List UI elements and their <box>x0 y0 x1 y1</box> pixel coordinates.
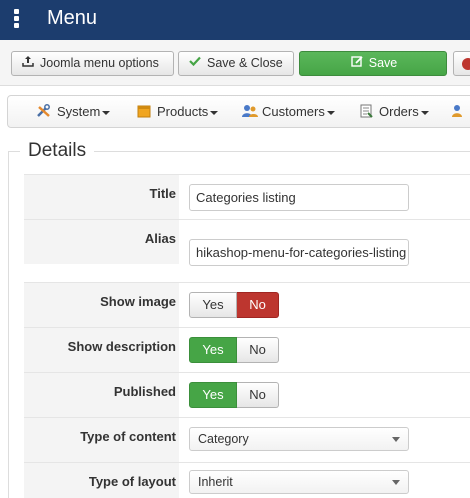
nav-item-orders[interactable]: Orders <box>358 96 429 127</box>
details-legend: Details <box>20 140 95 162</box>
type-of-content-label: Type of content <box>80 429 176 444</box>
type-of-content-label-cell: Type of content <box>24 418 179 462</box>
title-label: Title <box>149 186 177 201</box>
nav-orders-label: Orders <box>379 104 419 119</box>
show-image-row: Show image Yes No <box>24 282 470 327</box>
published-yes-button[interactable]: Yes <box>189 382 237 408</box>
alias-control: hikashop-menu-for-categories-listing <box>189 239 409 266</box>
title-label-cell: Title <box>24 175 179 219</box>
save-close-label: Save & Close <box>207 56 283 70</box>
document-icon <box>358 98 374 118</box>
published-toggle: Yes No <box>189 382 279 408</box>
published-control: Yes No <box>189 382 279 408</box>
chevron-down-icon <box>420 110 429 115</box>
users-icon <box>451 98 467 117</box>
app-header: Menu <box>0 0 470 40</box>
nav-item-products[interactable]: Products <box>136 96 219 127</box>
published-label: Published <box>113 384 176 399</box>
box-icon <box>136 98 152 118</box>
type-of-content-row: Type of content Category <box>24 417 470 462</box>
nav-item-more[interactable] <box>451 96 470 127</box>
title-row: Title Categories listing <box>24 174 470 219</box>
show-description-no-button[interactable]: No <box>237 337 279 363</box>
chevron-down-icon <box>210 110 219 115</box>
type-of-content-control: Category <box>189 427 409 451</box>
nav-item-system[interactable]: System <box>36 96 111 127</box>
chevron-down-icon <box>102 110 111 115</box>
show-description-label: Show description <box>67 339 176 354</box>
show-image-toggle: Yes No <box>189 292 279 318</box>
menu-icon[interactable] <box>14 9 20 29</box>
show-description-toggle: Yes No <box>189 337 279 363</box>
nav-system-label: System <box>57 104 101 119</box>
show-image-no-button[interactable]: No <box>237 292 279 318</box>
alias-row: Alias hikashop-menu-for-categories-listi… <box>24 219 470 266</box>
toolbar: Joomla menu options Save & Close Save <box>0 40 470 86</box>
upload-icon <box>20 52 36 75</box>
type-of-content-value: Category <box>198 432 249 446</box>
published-row: Published Yes No <box>24 372 470 417</box>
alias-label-cell: Alias <box>24 220 179 264</box>
type-of-layout-row: Type of layout Inherit <box>24 462 470 498</box>
show-description-yes-button[interactable]: Yes <box>189 337 237 363</box>
joomla-menu-options-button[interactable]: Joomla menu options <box>11 51 174 76</box>
dropdown-arrow-icon <box>392 437 400 442</box>
nav-customers-label: Customers <box>262 104 325 119</box>
users-icon <box>241 98 258 117</box>
dropdown-arrow-icon <box>392 480 400 485</box>
show-image-control: Yes No <box>189 292 279 318</box>
published-no-button[interactable]: No <box>237 382 279 408</box>
check-icon <box>187 52 203 75</box>
show-image-label-cell: Show image <box>24 283 179 327</box>
save-button[interactable]: Save <box>299 51 447 76</box>
save-close-button[interactable]: Save & Close <box>178 51 294 76</box>
title-input[interactable]: Categories listing <box>189 184 409 211</box>
nav-item-customers[interactable]: Customers <box>241 96 335 127</box>
alias-label: Alias <box>144 231 176 246</box>
page-title: Menu <box>47 7 98 29</box>
show-description-row: Show description Yes No <box>24 327 470 372</box>
edit-icon <box>349 52 365 75</box>
hikashop-navbar: System Products Customers Orders <box>0 86 470 132</box>
title-control: Categories listing <box>189 184 409 211</box>
show-image-label: Show image <box>100 294 176 309</box>
save-label: Save <box>368 56 398 70</box>
type-of-layout-control: Inherit <box>189 470 409 494</box>
chevron-down-icon <box>326 110 335 115</box>
show-description-label-cell: Show description <box>24 328 179 372</box>
type-of-layout-label: Type of layout <box>88 474 176 489</box>
navbar-container: System Products Customers Orders <box>7 95 470 128</box>
close-icon <box>462 58 470 70</box>
type-of-layout-label-cell: Type of layout <box>24 463 179 498</box>
type-of-layout-select[interactable]: Inherit <box>189 470 409 494</box>
close-button[interactable] <box>453 51 470 76</box>
type-of-layout-value: Inherit <box>198 475 233 489</box>
details-fieldset-border-left <box>8 151 9 498</box>
type-of-content-select[interactable]: Category <box>189 427 409 451</box>
show-description-control: Yes No <box>189 337 279 363</box>
alias-input[interactable]: hikashop-menu-for-categories-listing <box>189 239 409 266</box>
published-label-cell: Published <box>24 373 179 417</box>
nav-products-label: Products <box>157 104 209 119</box>
joomla-menu-options-label: Joomla menu options <box>40 56 159 70</box>
show-image-yes-button[interactable]: Yes <box>189 292 237 318</box>
tools-icon <box>36 98 52 117</box>
